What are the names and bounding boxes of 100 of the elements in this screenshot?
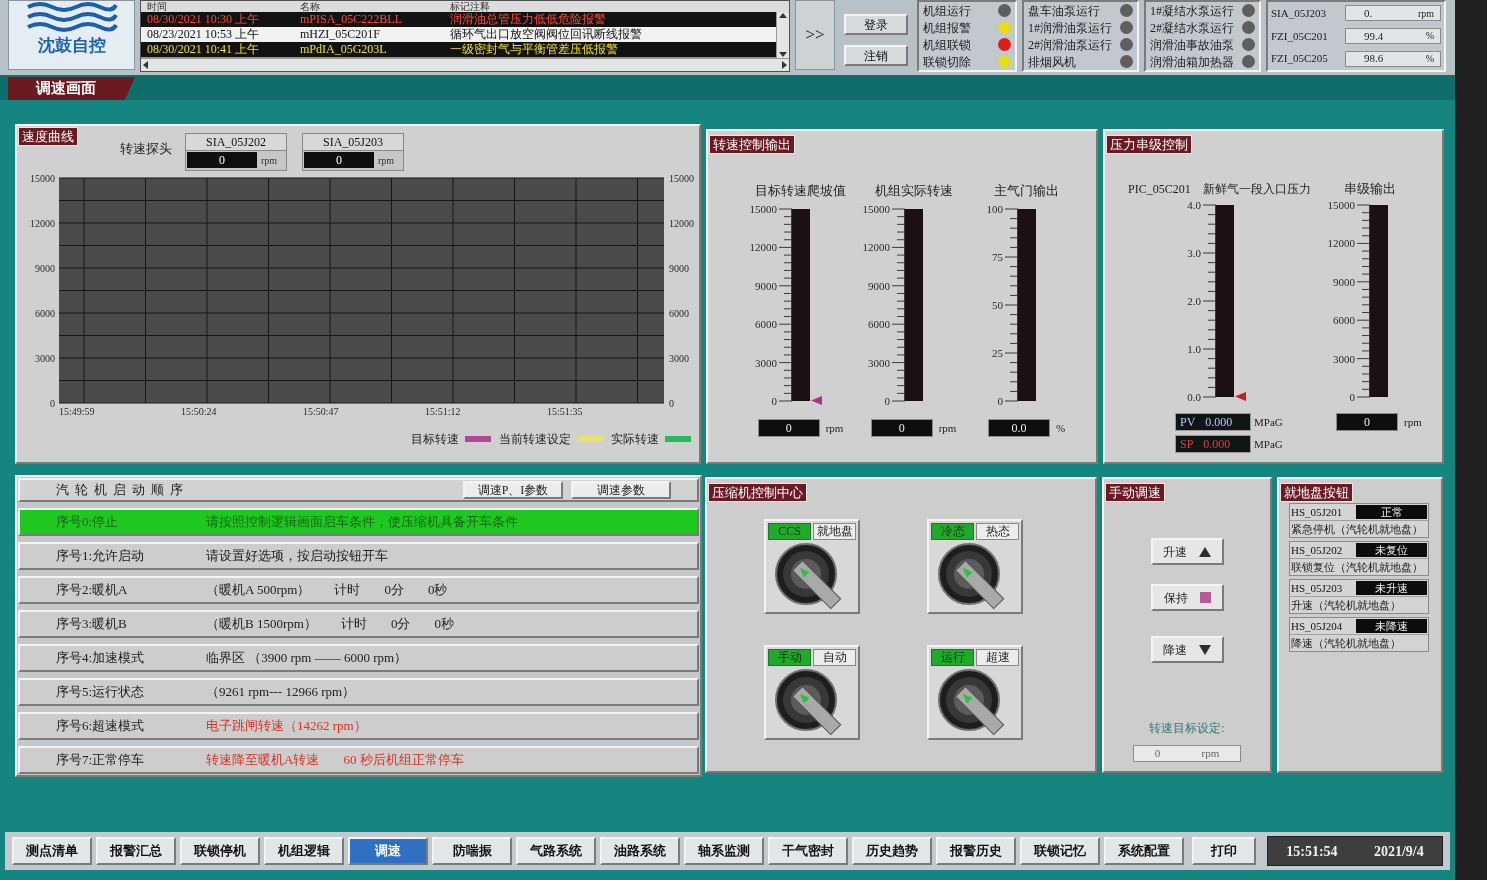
step-text: 0秒 bbox=[434, 615, 454, 634]
reading-field: 0 bbox=[870, 419, 933, 437]
nav-tab[interactable]: 测点清单 bbox=[12, 837, 92, 865]
speed-button[interactable]: 降速 bbox=[1150, 636, 1224, 663]
nav-tab[interactable]: 防喘振 bbox=[432, 837, 512, 865]
unit-label: MPaG bbox=[1254, 436, 1283, 452]
scale-label: 15000 bbox=[1327, 199, 1355, 211]
sequence-title: 汽轮机启动顺序 bbox=[56, 481, 189, 500]
step-text: 0秒 bbox=[427, 581, 448, 600]
table-cell-text: 08/30/2021 10:30 上午 bbox=[146, 12, 260, 27]
clock-date: 2021/9/4 bbox=[1374, 842, 1424, 861]
step-label: 序号1:允许启动 bbox=[55, 547, 146, 566]
status-label: 排烟风机 bbox=[1028, 54, 1076, 69]
readout-label: SP bbox=[1180, 436, 1194, 453]
speed-button[interactable]: 保持 bbox=[1150, 584, 1224, 611]
tag-label: SIA_05J203 bbox=[1271, 6, 1327, 22]
panel-title: 压力串级控制 bbox=[1106, 135, 1192, 154]
unit-label: % bbox=[1055, 420, 1066, 436]
gauge-title: 目标转速爬坡值 bbox=[755, 183, 846, 199]
nav-tab[interactable]: 机组逻辑 bbox=[264, 837, 344, 865]
vertical-scrollbar[interactable] bbox=[776, 12, 789, 58]
expand-button[interactable]: >> bbox=[795, 0, 835, 70]
probe-value: 0 bbox=[187, 152, 257, 168]
status-label: 润滑油事故油泵 bbox=[1150, 37, 1234, 52]
scale-label: 0 bbox=[1349, 391, 1355, 403]
scale-label: 1.0 bbox=[1187, 343, 1201, 355]
reading-field: 0 bbox=[1336, 413, 1398, 431]
value-text: 99.4 bbox=[1364, 28, 1384, 44]
alarm-row[interactable]: 08/30/2021 10:30 上午 mPISA_05C222BLL 润滑油总管压力低低危险报警 bbox=[141, 12, 776, 27]
step-text: 0分 bbox=[384, 581, 404, 600]
nav-tab[interactable]: 系统配置 bbox=[1104, 837, 1184, 865]
scale-label: 3.0 bbox=[1187, 247, 1201, 259]
nav-tab[interactable]: 轴系监测 bbox=[684, 837, 764, 865]
axis-label: 6000 bbox=[669, 308, 689, 319]
nav-tab[interactable]: 油路系统 bbox=[600, 837, 680, 865]
axis-label: 12000 bbox=[30, 218, 55, 229]
step-label: 序号5:运行状态 bbox=[55, 683, 146, 702]
scale-label: 4.0 bbox=[1187, 199, 1201, 211]
step-text: 电子跳闸转速（14262 rpm） bbox=[206, 717, 367, 736]
gauge-title: 串级输出 bbox=[1344, 181, 1396, 197]
scale-label: 15000 bbox=[862, 203, 890, 215]
probe-label: 转速探头 bbox=[120, 140, 172, 158]
horizontal-scrollbar[interactable] bbox=[141, 58, 789, 71]
alarm-row[interactable]: 08/23/2021 10:53 上午 mHZI_05C201F 循环气出口放空阀阀位回讯断线报警 bbox=[141, 27, 776, 42]
step-label: 序号4:加速模式 bbox=[55, 649, 146, 668]
status-field: 未降速 bbox=[1356, 619, 1427, 633]
axis-label: 9000 bbox=[669, 263, 689, 274]
step-label: 序号2:暖机A bbox=[55, 581, 129, 600]
alarm-row[interactable]: 08/30/2021 10:41 上午 mPdIA_05G203L 一级密封气与平衡管差压低报警 bbox=[141, 42, 776, 57]
nav-tab[interactable]: 调速 bbox=[348, 837, 428, 865]
switch-option: 手动 bbox=[768, 649, 811, 666]
nav-tab[interactable]: 联锁记忆 bbox=[1020, 837, 1100, 865]
login-button[interactable]: 登录 bbox=[844, 14, 908, 35]
panel-title: 速度曲线 bbox=[18, 127, 78, 146]
local-button-card[interactable]: HS_05J202 未复位 联锁复位（汽轮机就地盘） bbox=[1289, 541, 1429, 576]
probe-tag: SIA_05J203 bbox=[303, 134, 403, 151]
tag-label: PIC_05C201 bbox=[1128, 181, 1191, 198]
print-button[interactable]: 打印 bbox=[1192, 837, 1256, 865]
status-field: 未升速 bbox=[1356, 581, 1427, 595]
local-button-card[interactable]: HS_05J201 正常 紧急停机（汽轮机就地盘） bbox=[1289, 503, 1429, 538]
table-cell-text: mHZI_05C201F bbox=[299, 27, 381, 42]
parameter-button[interactable]: 调速参数 bbox=[571, 481, 671, 499]
table-cell-text: mPdIA_05G203L bbox=[299, 42, 388, 57]
switch-option: 热态 bbox=[976, 523, 1019, 540]
nav-tab[interactable]: 历史趋势 bbox=[852, 837, 932, 865]
target-speed-field[interactable]: 0 rpm bbox=[1133, 745, 1241, 762]
scroll-left-icon[interactable] bbox=[143, 61, 148, 69]
scroll-right-icon[interactable] bbox=[782, 61, 787, 69]
screen-tab[interactable]: 调速画面 bbox=[8, 77, 135, 100]
scale-label: 9000 bbox=[754, 279, 777, 292]
probe-tag: SIA_05J202 bbox=[186, 134, 286, 151]
scale-label: 6000 bbox=[1333, 314, 1355, 327]
table-cell-text: 一级密封气与平衡管差压低报警 bbox=[449, 42, 618, 57]
local-button-card[interactable]: HS_05J204 未降速 降速（汽轮机就地盘） bbox=[1289, 617, 1429, 652]
speed-button[interactable]: 升速 bbox=[1150, 538, 1224, 565]
clock-time: 15:51:54 bbox=[1286, 842, 1338, 861]
parameter-button[interactable]: 调速P、I参数 bbox=[463, 481, 563, 499]
scale-label: 25 bbox=[991, 347, 1003, 359]
step-text: 转速降至暖机A转速 bbox=[206, 751, 320, 770]
step-text: 请按照控制逻辑画面启车条件，使压缩机具备开车条件 bbox=[206, 513, 518, 532]
local-button-card[interactable]: HS_05J203 未升速 升速（汽轮机就地盘） bbox=[1289, 579, 1429, 614]
axis-label: 15:51:35 bbox=[547, 406, 583, 417]
nav-tab[interactable]: 气路系统 bbox=[516, 837, 596, 865]
readout-value: 0.000 bbox=[1203, 436, 1231, 453]
login-button[interactable]: 注销 bbox=[844, 45, 908, 66]
scale-label: 0.0 bbox=[1187, 391, 1201, 403]
status-label: 1#凝结水泵运行 bbox=[1150, 3, 1234, 18]
nav-tab[interactable]: 报警历史 bbox=[936, 837, 1016, 865]
status-label: 机组运行 bbox=[923, 3, 971, 18]
nav-tab[interactable]: 干气密封 bbox=[768, 837, 848, 865]
step-text: 临界区 （3900 rpm —— 6000 rpm） bbox=[206, 649, 408, 668]
nav-tab[interactable]: 联锁停机 bbox=[180, 837, 260, 865]
status-label: 1#润滑油泵运行 bbox=[1028, 20, 1112, 35]
nav-tab[interactable]: 报警汇总 bbox=[96, 837, 176, 865]
step-text: （暖机A 500rpm） bbox=[206, 581, 311, 600]
axis-label: 6000 bbox=[35, 308, 55, 319]
scale-label: 0 bbox=[771, 395, 777, 407]
switch-option: 就地盘 bbox=[813, 523, 856, 540]
step-text: 计时 bbox=[334, 581, 361, 600]
status-field: 正常 bbox=[1356, 505, 1427, 519]
